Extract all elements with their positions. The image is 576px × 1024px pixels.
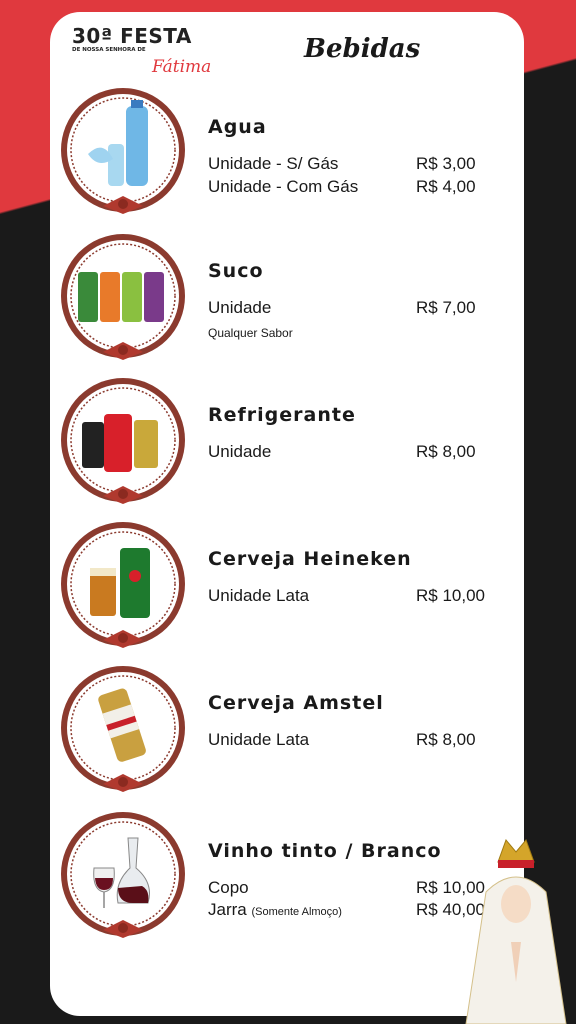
item-name: Refrigerante [208,404,356,426]
menu-item-refrigerante: Refrigerante Unidade R$ 8,00 [50,374,524,514]
row-price: R$ 8,00 [416,442,476,461]
price-row: Copo R$ 10,00 [208,878,498,898]
price-row: Unidade Lata R$ 10,00 [208,586,498,606]
row-label: Unidade Lata [208,586,310,605]
price-row: Unidade - Com Gás R$ 4,00 [208,177,498,197]
festa-logo: 30ª FESTA DE NOSSA SENHORA DE Fátima [72,26,212,80]
our-lady-statue-icon [465,839,567,1024]
row-label: Unidade - Com Gás [208,177,359,196]
price-row: Unidade R$ 7,00 [208,298,498,318]
price-row: Unidade Lata R$ 8,00 [208,730,498,750]
logo-main-text: 30ª FESTA [72,24,192,48]
amstel-can-icon [61,666,185,792]
menu-item-heineken: Cerveja Heineken Unidade Lata R$ 10,00 [50,518,524,658]
row-price: R$ 8,00 [416,730,476,749]
row-label: Unidade [208,442,272,461]
row-label: Jarra [208,900,247,919]
wine-glass-icon [61,812,185,938]
row-label: Unidade Lata [208,730,310,749]
logo-script-text: Fátima [152,57,212,77]
item-name: Agua [208,116,267,138]
item-name: Cerveja Heineken [208,548,412,570]
menu-card: 30ª FESTA DE NOSSA SENHORA DE Fátima Beb… [50,12,524,1016]
row-note: (Somente Almoço) [251,906,342,918]
row-label: Unidade - S/ Gás [208,154,339,173]
price-row: Unidade - S/ Gás R$ 3,00 [208,154,498,174]
price-row: Jarra (Somente Almoço) R$ 40,00 [208,900,498,920]
menu-item-agua: Agua Unidade - S/ Gás R$ 3,00 Unidade - … [50,84,524,224]
row-label: Unidade [208,298,272,317]
item-name: Vinho tinto / Branco [208,840,442,862]
menu-item-vinho: Vinho tinto / Branco Copo R$ 10,00 Jarra… [50,808,524,948]
soda-cans-icon [61,378,185,504]
menu-item-amstel: Cerveja Amstel Unidade Lata R$ 8,00 [50,662,524,802]
juice-cans-icon [61,234,185,360]
page-title: Bebidas [304,34,421,64]
row-price: R$ 3,00 [416,154,476,173]
water-bottle-icon [61,88,185,214]
row-price: R$ 10,00 [416,586,485,605]
menu-item-suco: Suco Unidade R$ 7,00 Qualquer Sabor [50,230,524,370]
row-price: R$ 4,00 [416,177,476,196]
row-price: R$ 7,00 [416,298,476,317]
item-note: Qualquer Sabor [208,326,293,340]
price-row: Unidade R$ 8,00 [208,442,498,462]
item-name: Cerveja Amstel [208,692,384,714]
row-label: Copo [208,878,249,897]
heineken-can-icon [61,522,185,648]
item-name: Suco [208,260,264,282]
